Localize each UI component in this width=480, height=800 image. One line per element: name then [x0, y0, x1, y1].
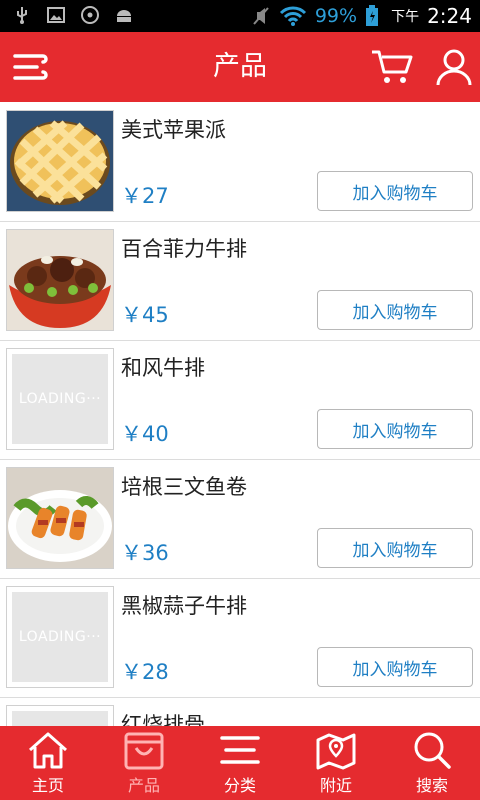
nav-label: 主页 [31, 776, 64, 795]
mute-icon [253, 7, 269, 25]
battery-icon [366, 5, 379, 26]
loading-placeholder [12, 711, 108, 726]
search-icon [414, 732, 451, 769]
product-image-apple-pie[interactable] [6, 110, 114, 212]
product-row[interactable]: 百合菲力牛排 ￥45 加入购物车 [0, 221, 480, 341]
media-icon [81, 6, 99, 24]
nav-label: 产品 [127, 776, 160, 795]
nav-item-nearby[interactable]: 附近 [288, 726, 384, 800]
product-image-salmon[interactable] [6, 467, 114, 569]
product-row[interactable]: LOADING··· 和风牛排 ￥40 加入购物车 [0, 340, 480, 460]
product-row[interactable]: 培根三文鱼卷 ￥36 加入购物车 [0, 459, 480, 579]
product-image-placeholder[interactable] [6, 705, 114, 726]
product-name: 黑椒蒜子牛排 [121, 594, 247, 618]
product-name: 培根三文鱼卷 [121, 475, 247, 499]
product-image-steak[interactable] [6, 229, 114, 331]
status-indicators: 99% 下午 2:24 [251, 0, 472, 32]
product-price: ￥28 [121, 660, 169, 684]
app-header: 产品 [0, 32, 480, 102]
add-to-cart-button[interactable]: 加入购物车 [317, 409, 473, 449]
cart-icon [372, 50, 413, 83]
add-to-cart-button[interactable]: 加入购物车 [317, 171, 473, 211]
menu-icon [13, 54, 48, 80]
nav-label: 附近 [319, 776, 352, 795]
usb-icon [17, 7, 27, 24]
salmon-rolls-image [7, 468, 113, 568]
user-button[interactable] [432, 45, 476, 89]
nav-item-categories[interactable]: 分类 [192, 726, 288, 800]
cart-button[interactable] [370, 45, 414, 89]
add-to-cart-button[interactable]: 加入购物车 [317, 647, 473, 687]
battery-percent: 99% [314, 5, 358, 27]
wifi-icon [279, 6, 306, 26]
apple-pie-image [7, 111, 113, 211]
menu-button[interactable] [8, 45, 52, 89]
product-name: 百合菲力牛排 [121, 237, 247, 261]
steak-image [7, 230, 113, 330]
nav-label: 分类 [223, 776, 256, 795]
status-bar: 99% 下午 2:24 [0, 0, 480, 32]
loading-text: LOADING··· [18, 629, 102, 645]
product-row[interactable]: 美式苹果派 ￥27 加入购物车 [0, 102, 480, 222]
status-ampm: 下午 [391, 9, 420, 25]
product-price: ￥27 [121, 184, 169, 208]
product-price: ￥45 [121, 303, 169, 327]
shopping-bag-icon [124, 732, 164, 770]
product-name: 和风牛排 [121, 356, 205, 380]
status-time: 2:24 [427, 4, 472, 28]
user-icon [436, 49, 472, 86]
list-icon [220, 736, 260, 764]
image-icon [47, 7, 65, 23]
product-list[interactable]: 美式苹果派 ￥27 加入购物车 百合菲力牛排 ￥45 加入购物车 LOADING… [0, 102, 480, 726]
add-to-cart-button[interactable]: 加入购物车 [317, 290, 473, 330]
product-image-placeholder[interactable]: LOADING··· [6, 586, 114, 688]
loading-text: LOADING··· [18, 391, 102, 407]
nav-item-products[interactable]: 产品 [96, 726, 192, 800]
nav-item-search[interactable]: 搜索 [384, 726, 480, 800]
product-row[interactable]: 红烧排骨 [0, 697, 480, 726]
product-price: ￥36 [121, 541, 169, 565]
product-image-placeholder[interactable]: LOADING··· [6, 348, 114, 450]
loading-placeholder: LOADING··· [12, 354, 108, 444]
map-icon [316, 733, 356, 770]
status-notifications [12, 5, 134, 25]
add-to-cart-button[interactable]: 加入购物车 [317, 528, 473, 568]
product-row[interactable]: LOADING··· 黑椒蒜子牛排 ￥28 加入购物车 [0, 578, 480, 698]
product-name: 美式苹果派 [121, 118, 226, 142]
product-price: ￥40 [121, 422, 169, 446]
nav-item-home[interactable]: 主页 [0, 726, 96, 800]
loading-placeholder: LOADING··· [12, 592, 108, 682]
android-icon [117, 10, 131, 22]
bottom-nav: 主页 产品 分类 附近 搜索 [0, 726, 480, 800]
nav-label: 搜索 [415, 776, 448, 795]
home-icon [29, 732, 67, 769]
product-name: 红烧排骨 [121, 713, 205, 726]
